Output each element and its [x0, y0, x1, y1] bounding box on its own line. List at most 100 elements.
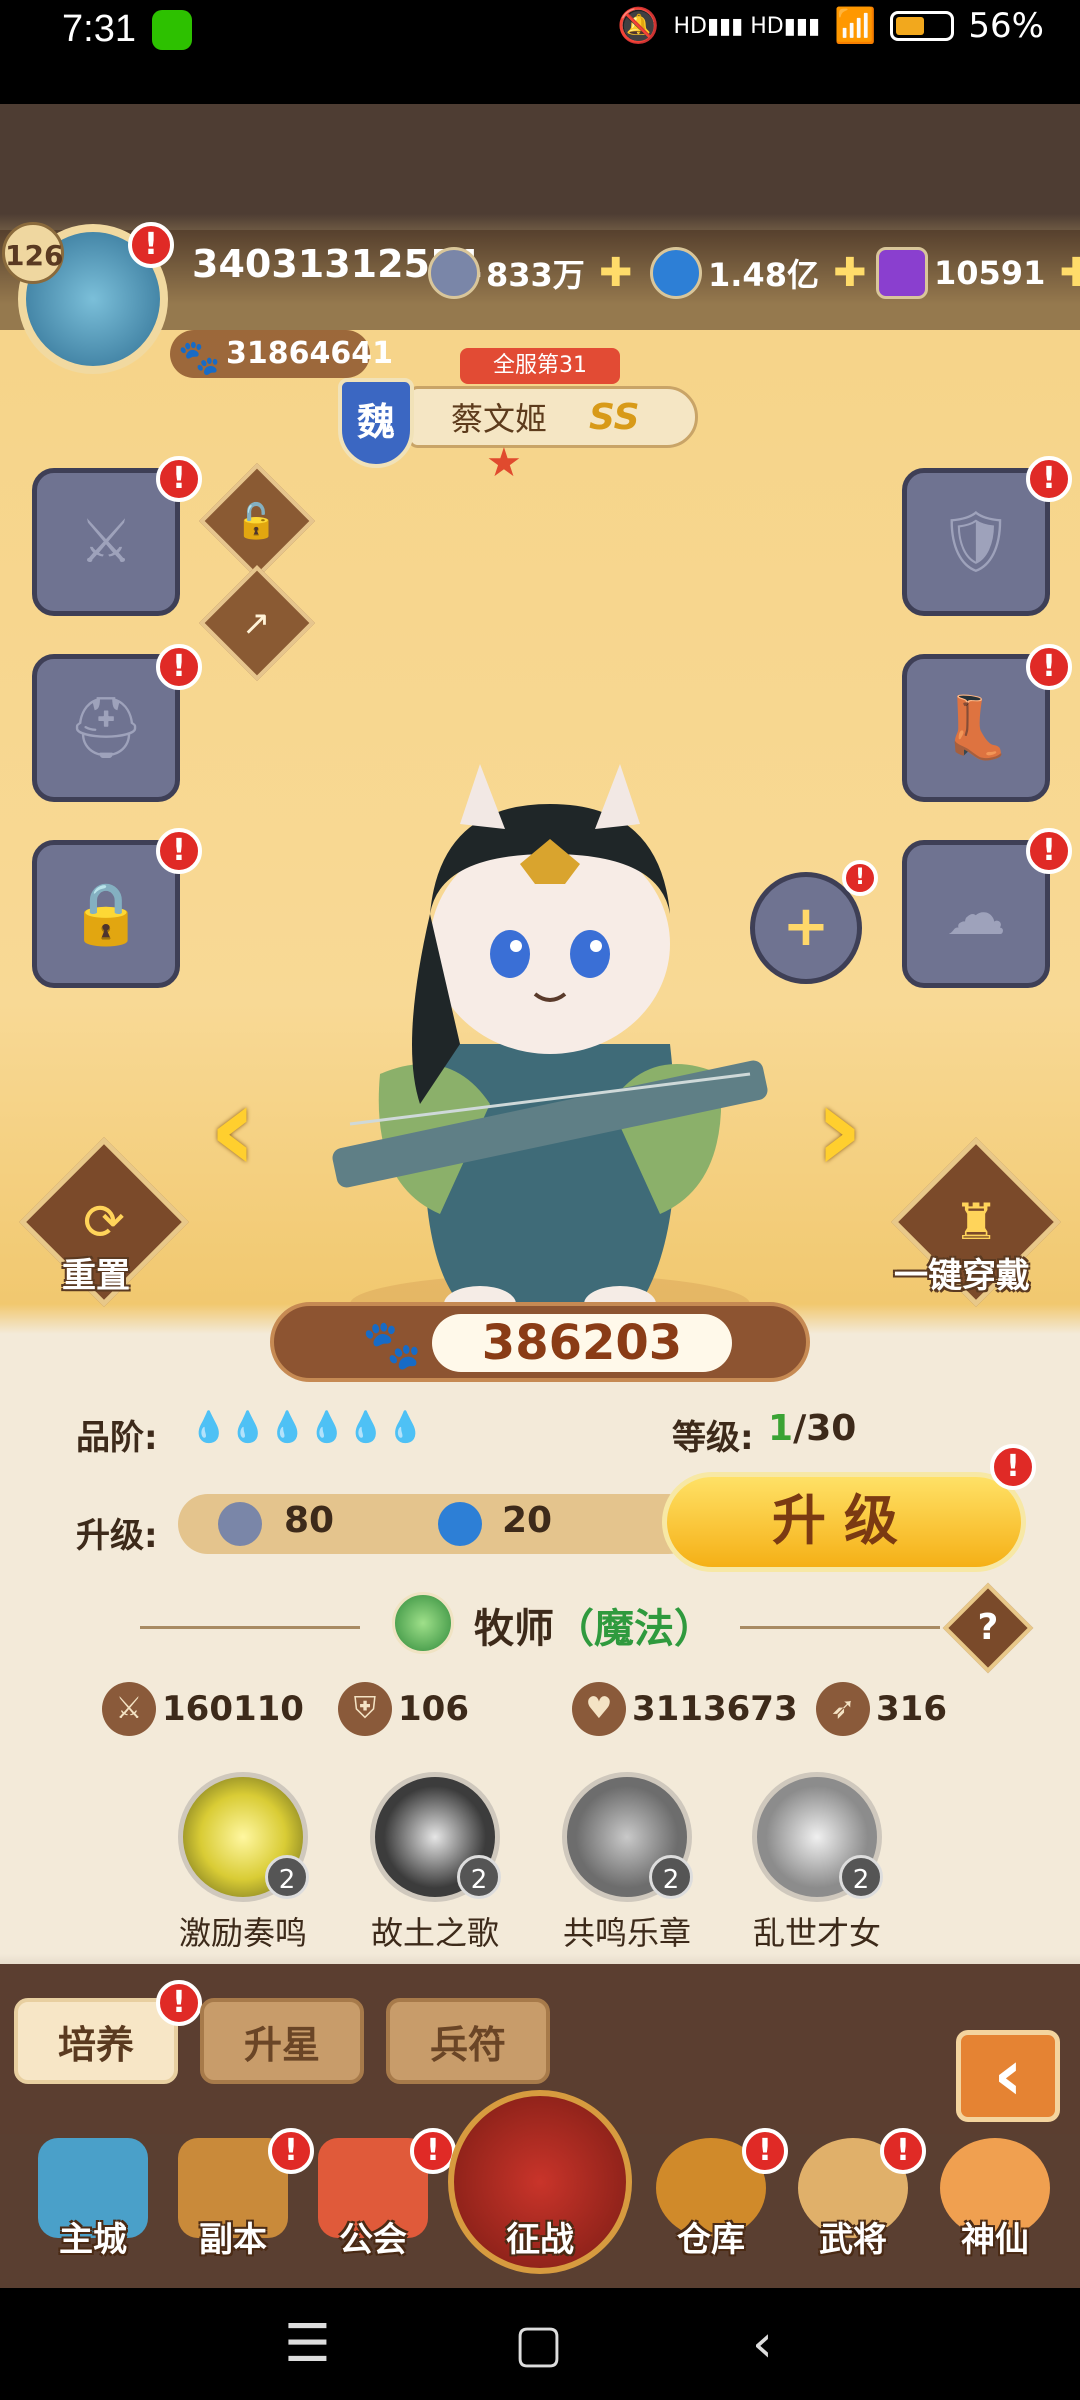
nav-immortal[interactable]: 神仙 — [930, 2138, 1060, 2261]
add-coin-button[interactable]: ✚ — [599, 250, 633, 296]
add-crystal-button[interactable]: ✚ — [1059, 250, 1080, 296]
armor-icon: 🛡 — [937, 507, 1015, 577]
nav-main-city[interactable]: 主城 — [28, 2138, 158, 2261]
accessory-icon: ☁ — [946, 879, 1006, 949]
tab-cultivate[interactable]: 培养 — [14, 1998, 178, 2084]
crystal-value: 10591 — [934, 254, 1046, 292]
tab-star-up[interactable]: 升星 — [200, 1998, 364, 2084]
cultivate-alert-badge: ! — [156, 1980, 202, 2026]
helmet-alert-badge: ! — [156, 644, 202, 690]
level-current: 1 — [768, 1408, 794, 1449]
reset-label: 重置 — [62, 1256, 130, 1296]
skill-name-1: 激励奏鸣 — [178, 1914, 307, 1952]
health-value: 3113673 — [632, 1689, 798, 1729]
resource-coin: 833万 ✚ — [428, 244, 632, 302]
unlock-button[interactable]: 🔓 — [199, 463, 315, 579]
priest-class-icon — [392, 1592, 454, 1654]
skill-icon-2[interactable]: 2 — [370, 1772, 501, 1902]
quality-label: 品阶: — [76, 1418, 158, 1458]
battery-level: 56% — [968, 6, 1044, 46]
skill-name-3: 共鸣乐章 — [562, 1914, 691, 1952]
skill-level-4: 2 — [839, 1855, 883, 1899]
status-icons: 🔕 HD▮▮▮ HD▮▮▮ 📶 56% — [617, 6, 1044, 46]
nav-generals-label: 武将 — [819, 2220, 887, 2260]
next-hero-arrow[interactable]: › — [802, 1070, 876, 1190]
resource-crystal: 10591 ✚ — [876, 244, 1080, 302]
mute-icon: 🔕 — [617, 6, 660, 46]
previous-hero-arrow[interactable]: ‹ — [196, 1070, 270, 1190]
equip-slot-locked[interactable]: 🔒 — [32, 840, 180, 988]
nav-campaign[interactable]: 征战 — [475, 2138, 605, 2261]
hero-portrait — [332, 764, 768, 1334]
stat-speed: ➶ 316 — [816, 1682, 947, 1736]
weapon-alert-badge: ! — [156, 456, 202, 502]
nav-dungeon-label: 副本 — [199, 2220, 267, 2260]
sword-icon: ⚔ — [102, 1682, 156, 1736]
level-value: 1/30 — [768, 1408, 856, 1449]
wifi-icon: 📶 — [834, 6, 877, 46]
cost-gem-value: 20 — [502, 1500, 553, 1541]
lock-icon: 🔒 — [68, 879, 144, 949]
gem-slot-alert-badge: ! — [842, 860, 878, 896]
nav-guild-label: 公会 — [339, 2220, 407, 2260]
equip-slot-weapon[interactable]: ⚔ — [32, 468, 180, 616]
skill-icon-1[interactable]: 2 — [178, 1772, 309, 1902]
coin-icon — [428, 247, 480, 299]
back-icon[interactable]: ‹ — [752, 2314, 773, 2374]
add-gem-button[interactable]: ✚ — [833, 250, 867, 296]
level-max: /30 — [793, 1408, 857, 1449]
upgrade-label: 升级: — [76, 1516, 158, 1556]
generals-alert-badge: ! — [880, 2128, 926, 2174]
resource-gem: 1.48亿 ✚ — [650, 244, 866, 302]
player-power-value: 31864641 — [226, 336, 393, 371]
player-power: 🐾 31864641 — [170, 330, 393, 378]
nav-immortal-label: 神仙 — [961, 2220, 1029, 2260]
hero-power-value: 386203 — [432, 1314, 732, 1372]
skill-icon-4[interactable]: 2 — [752, 1772, 883, 1902]
gem-icon — [438, 1502, 482, 1546]
gem-value: 1.48亿 — [708, 256, 819, 294]
armor-alert-badge: ! — [1026, 456, 1072, 502]
cost-coin-value: 80 — [284, 1500, 335, 1541]
stat-attack: ⚔ 160110 — [102, 1682, 304, 1736]
class-title: 牧师 — [474, 1606, 554, 1652]
shield-icon: ⛨ — [338, 1682, 392, 1736]
share-button[interactable]: ↗ — [199, 565, 315, 681]
system-navigation-bar: ☰ ▢ ‹ — [0, 2288, 1080, 2400]
helmet-icon: ⛑ — [67, 693, 145, 763]
warehouse-alert-badge: ! — [742, 2128, 788, 2174]
locked-slot-alert-badge: ! — [156, 828, 202, 874]
share-icon: ↗ — [242, 603, 271, 644]
defense-value: 106 — [398, 1689, 469, 1729]
equip-slot-armor[interactable]: 🛡 — [902, 468, 1050, 616]
upgrade-button[interactable]: 升级 — [662, 1472, 1026, 1572]
class-type: （魔法） — [554, 1606, 714, 1652]
weapon-icon: ⚔ — [79, 507, 133, 577]
home-icon[interactable]: ▢ — [514, 2314, 563, 2374]
question-icon: ? — [977, 1607, 999, 1648]
heart-icon: ♥ — [572, 1682, 626, 1736]
collapse-button[interactable]: ‹ — [956, 2030, 1060, 2122]
speed-value: 316 — [876, 1689, 947, 1729]
player-level-badge: 126 — [2, 222, 64, 284]
nav-main-city-label: 主城 — [59, 2220, 127, 2260]
equip-slot-accessory[interactable]: ☁ — [902, 840, 1050, 988]
accessory-alert-badge: ! — [1026, 828, 1072, 874]
nav-campaign-label: 征战 — [506, 2220, 574, 2260]
menu-icon[interactable]: ☰ — [284, 2314, 331, 2374]
equip-all-label: 一键穿戴 — [894, 1256, 1030, 1296]
skill-name-4: 乱世才女 — [752, 1914, 881, 1952]
skill-icon-3[interactable]: 2 — [562, 1772, 693, 1902]
tab-tally[interactable]: 兵符 — [386, 1998, 550, 2084]
status-bar: 7:31 🔕 HD▮▮▮ HD▮▮▮ 📶 56% — [0, 0, 1080, 104]
boot-icon: ➶ — [816, 1682, 870, 1736]
boots-alert-badge: ! — [1026, 644, 1072, 690]
attack-value: 160110 — [162, 1689, 304, 1729]
wechat-icon — [152, 10, 192, 50]
upgrade-alert-badge: ! — [990, 1444, 1036, 1490]
hero-name: 蔡文姬 — [451, 400, 548, 438]
stat-health: ♥ 3113673 — [572, 1682, 798, 1736]
faction-shield: 魏 — [338, 378, 414, 468]
skill-name-2: 故土之歌 — [370, 1914, 499, 1952]
game-screen: 126 ! 34031312551 833万 ✚ 1.48亿 ✚ 10591 ✚… — [0, 104, 1080, 2288]
